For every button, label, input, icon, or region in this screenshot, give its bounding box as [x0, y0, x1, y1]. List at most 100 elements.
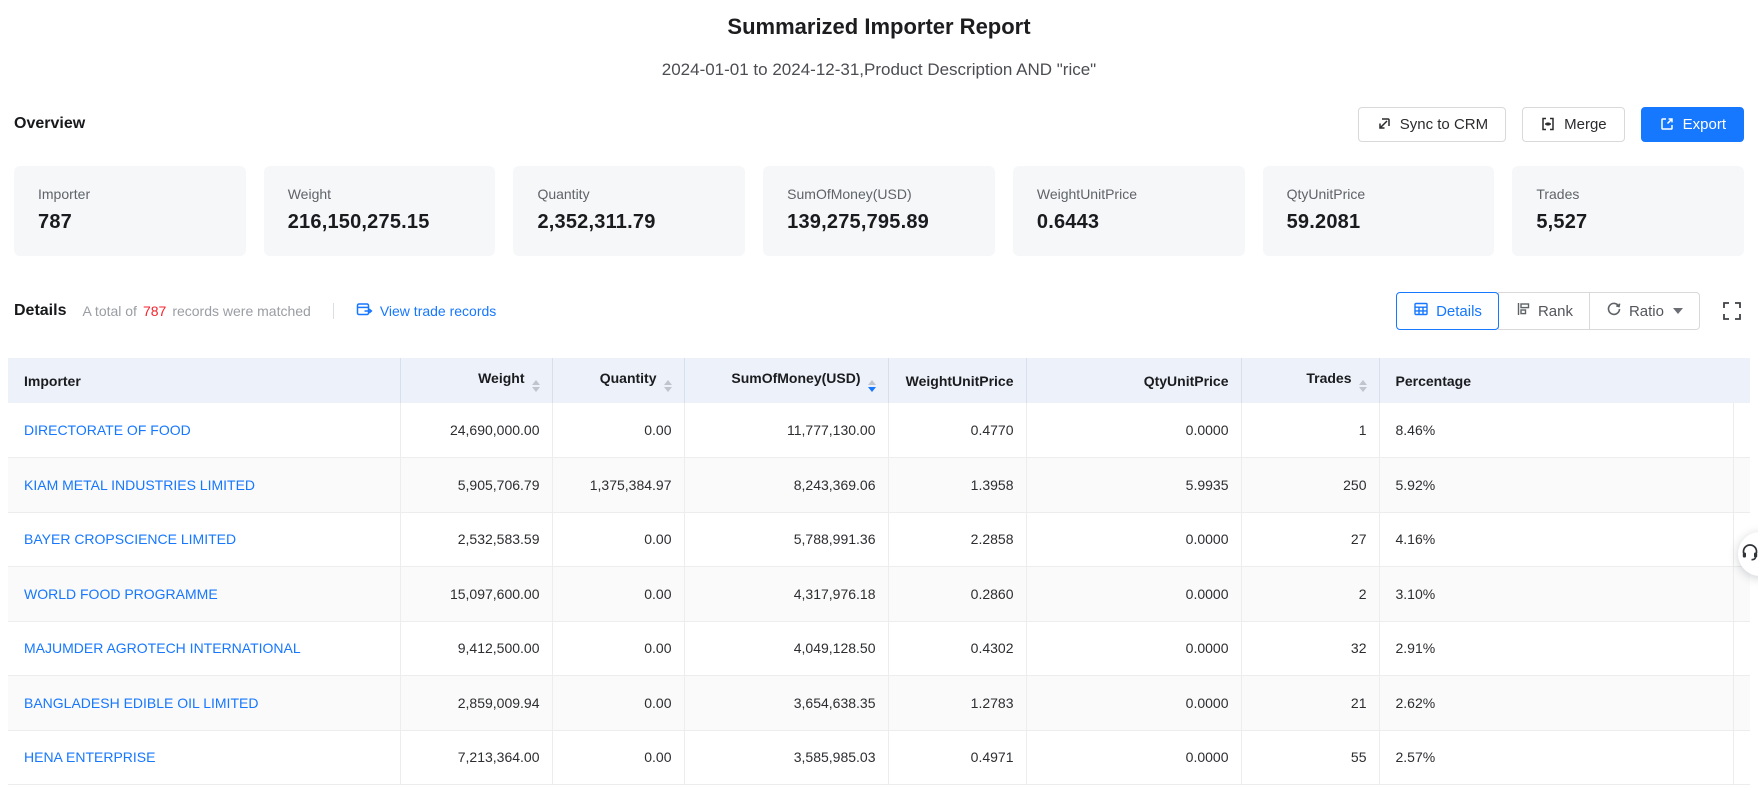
column-header-label: WeightUnitPrice: [906, 373, 1014, 389]
fullscreen-button[interactable]: [1720, 299, 1744, 323]
stat-card-label: WeightUnitPrice: [1037, 186, 1233, 202]
stat-card-label: SumOfMoney(USD): [787, 186, 983, 202]
cell-quantity: 0.00: [552, 676, 684, 731]
cell-importer: KIAM METAL INDUSTRIES LIMITED: [8, 458, 400, 513]
cell-quantity: 0.00: [552, 567, 684, 622]
sync-to-crm-button[interactable]: Sync to CRM: [1358, 107, 1506, 142]
column-header-weight[interactable]: Weight: [400, 358, 552, 403]
stat-card-label: QtyUnitPrice: [1287, 186, 1483, 202]
column-header-trades[interactable]: Trades: [1241, 358, 1379, 403]
ratio-view-label: Ratio: [1629, 303, 1664, 320]
trade-records-icon: [356, 302, 373, 320]
column-header-label: SumOfMoney(USD): [731, 370, 860, 386]
merge-button[interactable]: Merge: [1522, 107, 1625, 142]
column-header-sumofmoney-usd[interactable]: SumOfMoney(USD): [684, 358, 888, 403]
cell-trades: 55: [1241, 730, 1379, 785]
column-header-label: Percentage: [1396, 373, 1471, 389]
stat-card-label: Weight: [288, 186, 484, 202]
importer-link[interactable]: MAJUMDER AGROTECH INTERNATIONAL: [24, 640, 301, 656]
table-row: BAYER CROPSCIENCE LIMITED2,532,583.590.0…: [8, 512, 1750, 567]
stat-card-trades: Trades 5,527: [1512, 166, 1744, 256]
stat-card-label: Importer: [38, 186, 234, 202]
stat-card-value: 139,275,795.89: [787, 211, 983, 234]
stat-card-value: 5,527: [1536, 211, 1732, 234]
cell-percentage: 5.92%: [1379, 458, 1750, 513]
stat-card-label: Trades: [1536, 186, 1732, 202]
importer-link[interactable]: WORLD FOOD PROGRAMME: [24, 586, 218, 602]
overview-label: Overview: [14, 115, 85, 133]
cell-qty-unit-price: 0.0000: [1026, 730, 1241, 785]
cell-importer: WORLD FOOD PROGRAMME: [8, 567, 400, 622]
cell-percentage: 4.16%: [1379, 512, 1750, 567]
sort-carets-icon: [664, 380, 672, 392]
page-title: Summarized Importer Report: [0, 0, 1758, 42]
cell-sum-of-money: 4,317,976.18: [684, 567, 888, 622]
importer-link[interactable]: KIAM METAL INDUSTRIES LIMITED: [24, 477, 255, 493]
importer-link[interactable]: BAYER CROPSCIENCE LIMITED: [24, 531, 236, 547]
table-row: MAJUMDER AGROTECH INTERNATIONAL 9,412,500…: [8, 621, 1750, 676]
cell-percentage: 8.46%: [1379, 403, 1750, 458]
cell-trades: 1: [1241, 403, 1379, 458]
cell-qty-unit-price: 0.0000: [1026, 512, 1241, 567]
cell-importer: MAJUMDER AGROTECH INTERNATIONAL: [8, 621, 400, 676]
record-count: 787: [137, 303, 172, 319]
view-trade-records-link[interactable]: View trade records: [356, 302, 496, 320]
cell-sum-of-money: 3,654,638.35: [684, 676, 888, 731]
details-table-icon: [1413, 301, 1429, 321]
cell-importer: HENA ENTERPRISE: [8, 730, 400, 785]
sort-caret-down-icon: [868, 387, 876, 392]
export-label: Export: [1683, 116, 1726, 133]
sort-carets-icon: [1359, 380, 1367, 392]
sort-caret-down-icon: [532, 387, 540, 392]
cell-weight: 15,097,600.00: [400, 567, 552, 622]
sort-caret-down-icon: [1359, 387, 1367, 392]
table-row: HENA ENTERPRISE7,213,364.000.003,585,985…: [8, 730, 1750, 785]
cell-weight: 9,412,500.00: [400, 621, 552, 676]
view-controls: Details Rank: [1396, 292, 1744, 330]
summarized-importer-report-page: Summarized Importer Report 2024-01-01 to…: [0, 0, 1758, 785]
summary-divider: [333, 303, 334, 319]
cell-qty-unit-price: 0.0000: [1026, 676, 1241, 731]
cell-quantity: 0.00: [552, 512, 684, 567]
cell-sum-of-money: 11,777,130.00: [684, 403, 888, 458]
cell-percentage: 2.62%: [1379, 676, 1750, 731]
rank-view-label: Rank: [1538, 303, 1573, 320]
merge-icon: [1540, 116, 1556, 132]
column-header-label: Trades: [1306, 370, 1351, 386]
export-button[interactable]: Export: [1641, 107, 1744, 142]
importer-link[interactable]: DIRECTORATE OF FOOD: [24, 422, 191, 438]
ratio-icon: [1606, 301, 1622, 321]
cell-sum-of-money: 4,049,128.50: [684, 621, 888, 676]
stat-card-weight: Weight 216,150,275.15: [264, 166, 496, 256]
rank-view-button[interactable]: Rank: [1498, 292, 1590, 330]
cell-weight-unit-price: 0.4971: [888, 730, 1026, 785]
overview-stat-cards: Importer787Weight216,150,275.15Quantity2…: [14, 166, 1744, 256]
cell-trades: 2: [1241, 567, 1379, 622]
importer-link[interactable]: HENA ENTERPRISE: [24, 749, 155, 765]
cell-weight: 2,532,583.59: [400, 512, 552, 567]
column-header-label: Weight: [478, 370, 524, 386]
column-header-quantity[interactable]: Quantity: [552, 358, 684, 403]
importer-link[interactable]: BANGLADESH EDIBLE OIL LIMITED: [24, 695, 258, 711]
cell-trades: 21: [1241, 676, 1379, 731]
cell-weight: 7,213,364.00: [400, 730, 552, 785]
cell-weight-unit-price: 2.2858: [888, 512, 1026, 567]
stat-card-value: 216,150,275.15: [288, 211, 484, 234]
cell-weight: 5,905,706.79: [400, 458, 552, 513]
column-header-percentage: Percentage: [1379, 358, 1750, 403]
sort-caret-up-icon: [868, 380, 876, 385]
sort-caret-down-icon: [664, 387, 672, 392]
cell-percentage: 3.10%: [1379, 567, 1750, 622]
table-row: WORLD FOOD PROGRAMME 15,097,600.000.004,3…: [8, 567, 1750, 622]
sync-to-crm-label: Sync to CRM: [1400, 116, 1488, 133]
column-header-label: Quantity: [600, 370, 657, 386]
sync-to-crm-icon: [1376, 116, 1392, 132]
cell-quantity: 0.00: [552, 730, 684, 785]
headset-support-icon: [1740, 542, 1758, 567]
details-view-button[interactable]: Details: [1396, 292, 1499, 330]
stat-card-label: Quantity: [537, 186, 733, 202]
sort-caret-up-icon: [1359, 380, 1367, 385]
details-label: Details: [14, 302, 66, 320]
cell-weight-unit-price: 1.2783: [888, 676, 1026, 731]
ratio-view-button[interactable]: Ratio: [1589, 292, 1700, 330]
